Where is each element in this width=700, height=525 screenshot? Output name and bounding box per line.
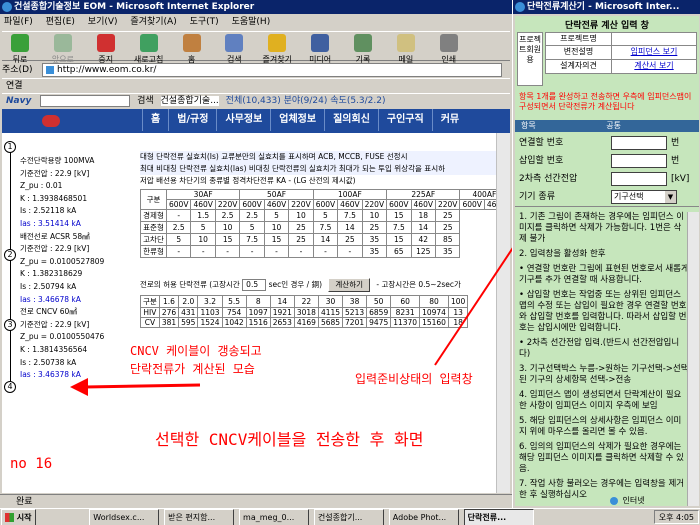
calc-heading: 단락전류 계산 입력 창 [565, 21, 649, 31]
field-connect-label: 연결할 번호 [519, 138, 564, 148]
globe-icon [610, 496, 618, 505]
impedance-view-link[interactable]: 임피던스 보기 [612, 46, 696, 59]
device-type-select[interactable]: 기구선택 ▼ [611, 190, 677, 204]
annotation-input-ready: 입력준비상태의 입력창 [355, 372, 473, 386]
task-inbox[interactable]: 받은 편지함... [164, 509, 235, 525]
calc-body: 단락전류 계산 입력 창 프로젝트회원용 프로젝트명 변전설명 임피던스 보기 … [515, 16, 699, 506]
annotation-cable-line2: 단락전류가 계산된 모습 [130, 362, 255, 376]
instruction-item: 1. 기존 그림이 존재하는 경우에는 임피던스 이미지를 클릭하면 삭제가 가… [519, 212, 685, 244]
info-value-project[interactable] [612, 33, 696, 45]
calc-tabs: 항목 공통 [515, 120, 699, 132]
status-zone-label: 인터넷 [622, 496, 645, 505]
field-device-label: 기기 종류 [519, 192, 555, 202]
calc-window-icon [515, 2, 525, 12]
task-ma-meg[interactable]: ma_meg_0... [239, 509, 310, 525]
field-insert-label: 삽입할 번호 [519, 156, 564, 166]
windows-logo-icon [5, 513, 14, 522]
insert-number-input[interactable] [611, 154, 667, 168]
info-row-designer: 설계자의견 계산서 보기 [545, 60, 697, 74]
instruction-item: 2. 입력창을 활성화 한후 [519, 249, 606, 259]
calc-titlebar[interactable]: 단락전류계산기 - Microsoft Inter... [513, 0, 700, 14]
connect-number-input[interactable] [611, 136, 667, 150]
tab-common[interactable]: 공통 [606, 121, 621, 130]
instruction-item: • 2차측 선간전압 입력.(반드시 선간전압입니다) [519, 338, 680, 359]
annotation-cable-line1: CNCV 케이블이 갱송되고 [130, 344, 262, 358]
quicklaunch [40, 509, 84, 525]
calc-info-rows: 프로젝트명 변전설명 임피던스 보기 설계자의견 계산서 보기 [545, 32, 697, 74]
task-eom[interactable]: 건설종합기... [313, 509, 384, 525]
task-worldsex[interactable]: Worldsex.c... [89, 509, 160, 525]
system-tray: 오후 4:05 [653, 510, 699, 524]
info-label-substation: 변전설명 [546, 46, 612, 59]
calc-window: 단락전류계산기 - Microsoft Inter... 단락전류 계산 입력 … [512, 0, 700, 508]
instruction-item: 6. 임의의 임피던스의 삭제가 필요한 경우에는 해당 임피던스 이미지를 클… [519, 442, 684, 474]
info-row-project: 프로젝트명 [545, 32, 697, 46]
annotation-result: 선택한 CNCV케이블을 전송한 후 화면 [155, 430, 424, 449]
instruction-item: 5. 해당 임피던스의 상세사항은 임피던스 이미지 위에 마우스를 올리면 볼… [519, 416, 682, 437]
calc-scrollbar[interactable] [687, 212, 699, 506]
info-label-project: 프로젝트명 [546, 33, 612, 45]
info-label-designer: 설계자의견 [546, 60, 612, 73]
instruction-item: 3. 기구선택박스 누름->원하는 기구선택->선택된 기구의 상세항목 선택-… [519, 364, 689, 385]
instruction-item: • 삽입할 번호는 작업중 또는 상위된 임피던스 맵의 수정 또는 삽입이 필… [519, 290, 687, 333]
field-voltage-label: 2차측 선간전압 [519, 174, 578, 184]
arrowhead-node-4 [70, 378, 88, 396]
taskbar: 시작 Worldsex.c... 받은 편지함... ma_meg_0... 건… [0, 508, 700, 525]
device-select-value: 기구선택 [614, 192, 644, 201]
info-row-substation: 변전설명 임피던스 보기 [545, 46, 697, 60]
input-panel: 연결할 번호 번 삽입할 번호 번 2차측 선간전압 [kV] 기기 종류 기구… [515, 133, 699, 207]
field-insert-unit: 번 [671, 156, 680, 166]
calc-instructions: 1. 기존 그림이 존재하는 경우에는 임피던스 이미지를 클릭하면 삭제가 가… [519, 212, 689, 505]
field-connect-unit: 번 [671, 138, 680, 148]
tab-item[interactable]: 항목 [521, 121, 536, 130]
instruction-item: 4. 임피던스 맵이 생성되면서 단락계산이 필요한 사항이 임피던스 이미지 … [519, 390, 682, 411]
field-voltage-unit: [kV] [671, 174, 690, 184]
secondary-voltage-input[interactable] [611, 172, 667, 186]
clock: 오후 4:05 [658, 513, 694, 522]
arrow-to-node-4 [84, 383, 201, 389]
start-label: 시작 [16, 513, 32, 522]
member-side-label: 프로젝트회원용 [517, 32, 543, 86]
annotation-no: no 16 [10, 456, 53, 472]
status-zone: 인터넷 [610, 495, 645, 507]
instruction-item: • 연결할 번호란 그림에 표현된 번호로서 새롭게 기구를 추가 연결할 때 … [519, 264, 689, 285]
task-photoshop[interactable]: Adobe Phot... [388, 509, 459, 525]
report-view-link[interactable]: 계산서 보기 [612, 60, 696, 73]
start-button[interactable]: 시작 [1, 509, 36, 525]
instruction-item: 7. 작업 사항 불러오는 경우에는 입력창을 제거한 후 실행하십시오 [519, 479, 685, 500]
task-calculator[interactable]: 단락전류... [463, 509, 534, 525]
dropdown-arrow-icon: ▼ [665, 191, 676, 203]
calc-title: 단락전류계산기 - Microsoft Inter... [527, 2, 680, 12]
calc-warning: 항목 1개를 완성하고 전송하면 우측에 임피던스맵이 구성되면서 단락전류가 … [519, 92, 692, 111]
